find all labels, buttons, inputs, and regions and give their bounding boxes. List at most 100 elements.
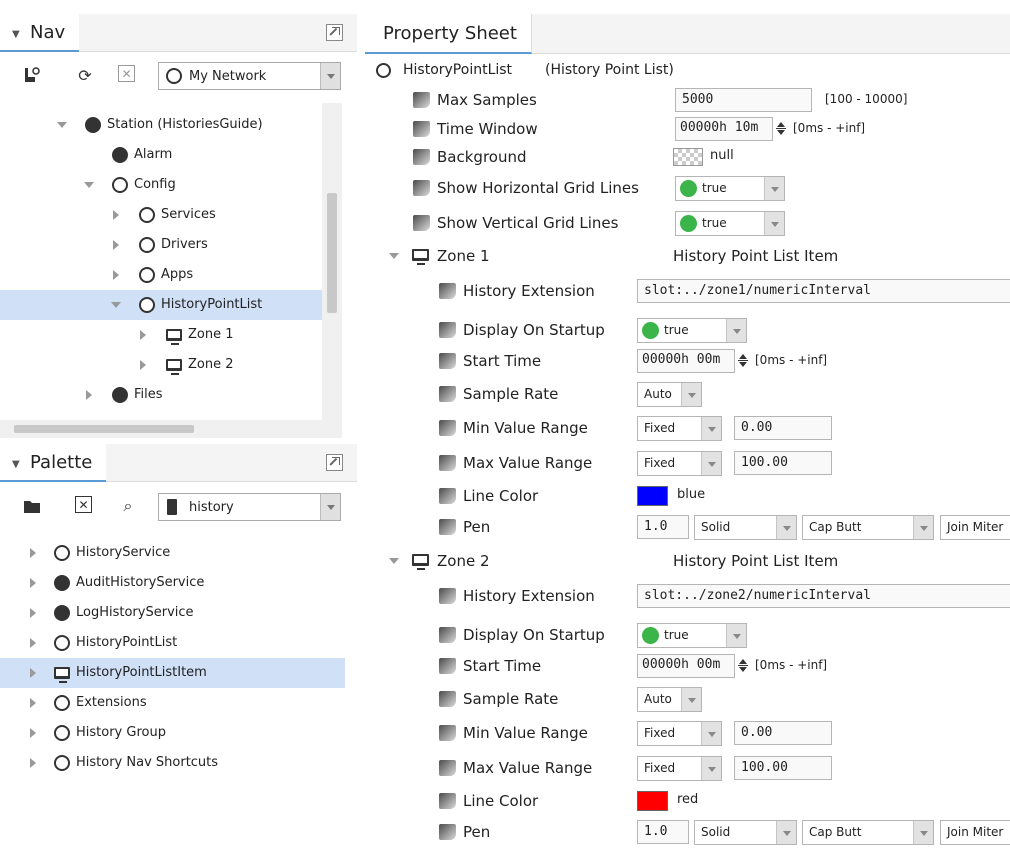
horizontal-grid-select[interactable]: true [675, 176, 785, 201]
expand-icon[interactable] [84, 390, 94, 400]
background-swatch-icon[interactable] [673, 148, 703, 166]
tree-node[interactable]: Alarm [0, 140, 322, 170]
expand-icon[interactable] [138, 360, 148, 370]
expand-icon[interactable] [28, 548, 38, 558]
chevron-down-icon[interactable] [764, 212, 784, 235]
palette-item[interactable]: LogHistoryService [0, 598, 345, 628]
chevron-down-icon[interactable] [681, 383, 701, 406]
history-extension-input[interactable]: slot:../zone1/numericInterval [637, 279, 1010, 303]
chevron-down-icon[interactable] [764, 177, 784, 200]
line-color-swatch[interactable] [637, 791, 668, 811]
collapse-icon[interactable] [111, 300, 121, 310]
expand-icon[interactable] [111, 210, 121, 220]
collapse-caret-icon[interactable]: ▼ [12, 459, 20, 470]
chevron-down-icon[interactable] [681, 688, 701, 711]
palette-item[interactable]: History Nav Shortcuts [0, 748, 345, 778]
expand-icon[interactable] [111, 240, 121, 250]
palette-module-combo[interactable]: history [158, 493, 341, 521]
tree-node[interactable]: Services [0, 200, 322, 230]
collapse-icon[interactable] [389, 556, 399, 566]
expand-icon[interactable] [138, 330, 148, 340]
min-value-mode-select[interactable]: Fixed [637, 416, 722, 441]
sample-rate-select[interactable]: Auto [637, 687, 702, 712]
refresh-icon[interactable]: ⟳ [75, 65, 95, 85]
max-value-mode-select[interactable]: Fixed [637, 756, 722, 781]
collapse-icon[interactable] [84, 180, 94, 190]
expand-icon[interactable] [111, 270, 121, 280]
chevron-down-icon[interactable] [913, 516, 933, 539]
find-icon[interactable]: ⌕ [118, 496, 138, 516]
chevron-down-icon[interactable] [701, 452, 721, 475]
pen-style-select[interactable]: Solid [694, 820, 797, 845]
max-value-input[interactable]: 100.00 [734, 451, 832, 475]
chevron-down-icon[interactable] [726, 624, 746, 647]
tree-node[interactable]: Zone 2 [0, 350, 322, 380]
close-icon[interactable]: ✕ [118, 65, 135, 82]
display-on-startup-select[interactable]: true [637, 318, 747, 343]
palette-item[interactable]: AuditHistoryService [0, 568, 345, 598]
chevron-down-icon[interactable] [701, 757, 721, 780]
expand-icon[interactable] [28, 608, 38, 618]
property-sheet-tab[interactable]: Property Sheet [365, 14, 532, 54]
spinner-icon[interactable] [738, 354, 748, 368]
display-on-startup-select[interactable]: true [637, 623, 747, 648]
tree-node[interactable]: Drivers [0, 230, 322, 260]
spinner-icon[interactable] [776, 122, 786, 136]
expand-icon[interactable] [28, 758, 38, 768]
maximize-icon[interactable] [326, 24, 343, 41]
nav-vertical-scrollbar[interactable] [322, 103, 342, 420]
zone-node[interactable]: Zone 2 History Point List Item [365, 545, 1010, 577]
folder-icon[interactable] [22, 496, 42, 516]
min-value-mode-select[interactable]: Fixed [637, 721, 722, 746]
palette-tab[interactable]: ▼ Palette [0, 444, 107, 482]
tree-node[interactable]: HistoryPointList [0, 290, 322, 320]
start-time-input[interactable]: 00000h 00m [637, 654, 735, 678]
tree-node[interactable]: Files [0, 380, 322, 410]
palette-item[interactable]: HistoryPointListItem [0, 658, 345, 688]
expand-icon[interactable] [28, 578, 38, 588]
nav-hscroll-thumb[interactable] [14, 425, 194, 433]
history-extension-input[interactable]: slot:../zone2/numericInterval [637, 584, 1010, 608]
max-samples-input[interactable]: 5000 [675, 88, 812, 112]
chevron-down-icon[interactable] [320, 63, 340, 89]
min-value-input[interactable]: 0.00 [734, 721, 832, 745]
max-value-mode-select[interactable]: Fixed [637, 451, 722, 476]
network-combo[interactable]: My Network [158, 62, 341, 90]
connect-station-icon[interactable] [22, 65, 42, 85]
collapse-icon[interactable] [389, 251, 399, 261]
chevron-down-icon[interactable] [726, 319, 746, 342]
tree-node[interactable]: Config [0, 170, 322, 200]
chevron-down-icon[interactable] [701, 417, 721, 440]
palette-item[interactable]: Extensions [0, 688, 345, 718]
tree-node[interactable]: Apps [0, 260, 322, 290]
pen-join-select[interactable]: Join Miter [940, 515, 1010, 540]
chevron-down-icon[interactable] [320, 494, 340, 520]
maximize-icon[interactable] [326, 454, 343, 471]
expand-icon[interactable] [28, 638, 38, 648]
chevron-down-icon[interactable] [776, 516, 796, 539]
spinner-icon[interactable] [738, 659, 748, 673]
vertical-grid-select[interactable]: true [675, 211, 785, 236]
sample-rate-select[interactable]: Auto [637, 382, 702, 407]
palette-item[interactable]: History Group [0, 718, 345, 748]
pen-style-select[interactable]: Solid [694, 515, 797, 540]
min-value-input[interactable]: 0.00 [734, 416, 832, 440]
chevron-down-icon[interactable] [776, 821, 796, 844]
collapse-icon[interactable] [57, 120, 67, 130]
expand-icon[interactable] [28, 698, 38, 708]
palette-item[interactable]: HistoryService [0, 538, 345, 568]
zone-node[interactable]: Zone 1 History Point List Item [365, 240, 1010, 272]
tree-node[interactable]: Station (HistoriesGuide) [0, 110, 322, 140]
close-icon[interactable]: ✕ [75, 496, 92, 513]
nav-scroll-thumb[interactable] [327, 193, 337, 313]
nav-tab[interactable]: ▼ Nav [0, 14, 80, 52]
pen-cap-select[interactable]: Cap Butt [802, 820, 934, 845]
expand-icon[interactable] [28, 728, 38, 738]
start-time-input[interactable]: 00000h 00m [637, 349, 735, 373]
nav-horizontal-scrollbar[interactable] [0, 420, 342, 438]
tree-node[interactable]: Zone 1 [0, 320, 322, 350]
chevron-down-icon[interactable] [701, 722, 721, 745]
pen-cap-select[interactable]: Cap Butt [802, 515, 934, 540]
chevron-down-icon[interactable] [913, 821, 933, 844]
time-window-input[interactable]: 00000h 10m [675, 117, 773, 141]
